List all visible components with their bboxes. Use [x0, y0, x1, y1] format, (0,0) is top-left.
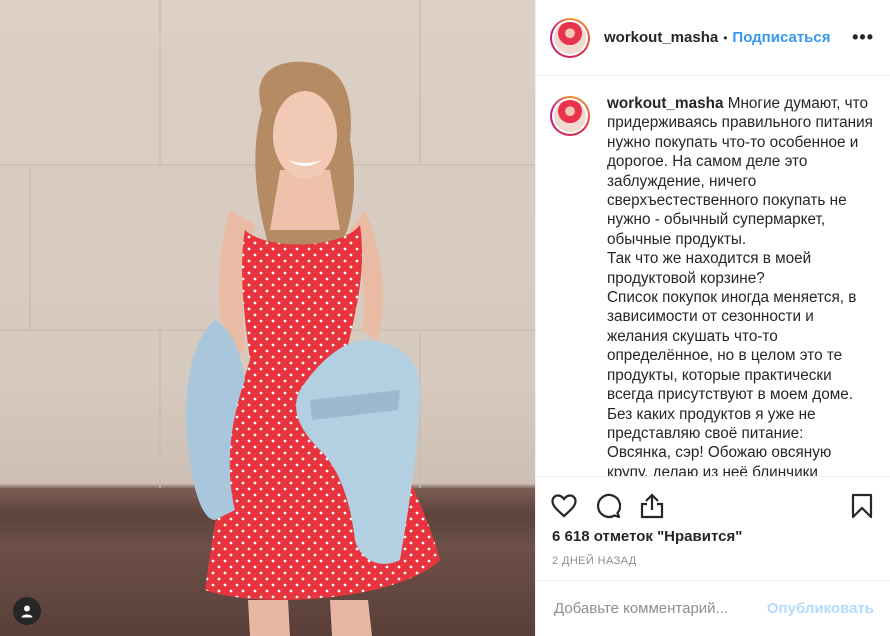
publish-button[interactable]: Опубликовать [767, 600, 874, 617]
separator-dot: • [723, 30, 728, 45]
comment-input[interactable] [552, 599, 767, 618]
post-timestamp[interactable]: 2 ДНЕЙ НАЗАД [552, 555, 637, 567]
bookmark-icon[interactable] [848, 492, 876, 520]
caption-username[interactable]: workout_masha [607, 95, 723, 112]
comment-icon[interactable] [594, 492, 622, 520]
likes-count[interactable]: 6 618 отметок "Нравится" [552, 528, 742, 545]
post-header: workout_masha • Подписаться ••• [536, 0, 890, 76]
caption-text: Многие думают, что придерживаясь правиль… [607, 95, 873, 476]
post-photo[interactable] [0, 0, 535, 636]
follow-button[interactable]: Подписаться [732, 29, 830, 46]
heart-icon[interactable] [550, 492, 578, 520]
instagram-post: workout_masha • Подписаться ••• workout_… [0, 0, 890, 636]
post-sidebar: workout_masha • Подписаться ••• workout_… [535, 0, 890, 636]
caption-area: workout_masha Многие думают, что придерж… [550, 94, 876, 476]
caption-avatar[interactable] [550, 96, 590, 136]
more-options-icon[interactable]: ••• [852, 27, 874, 48]
caption: workout_masha Многие думают, что придерж… [607, 94, 876, 476]
action-bar [536, 476, 890, 522]
comment-bar: Опубликовать [536, 580, 890, 636]
username-link[interactable]: workout_masha [604, 29, 718, 46]
woman-figure [186, 61, 440, 636]
share-icon[interactable] [638, 492, 666, 520]
user-tag-icon[interactable] [13, 597, 41, 625]
avatar[interactable] [550, 17, 590, 58]
